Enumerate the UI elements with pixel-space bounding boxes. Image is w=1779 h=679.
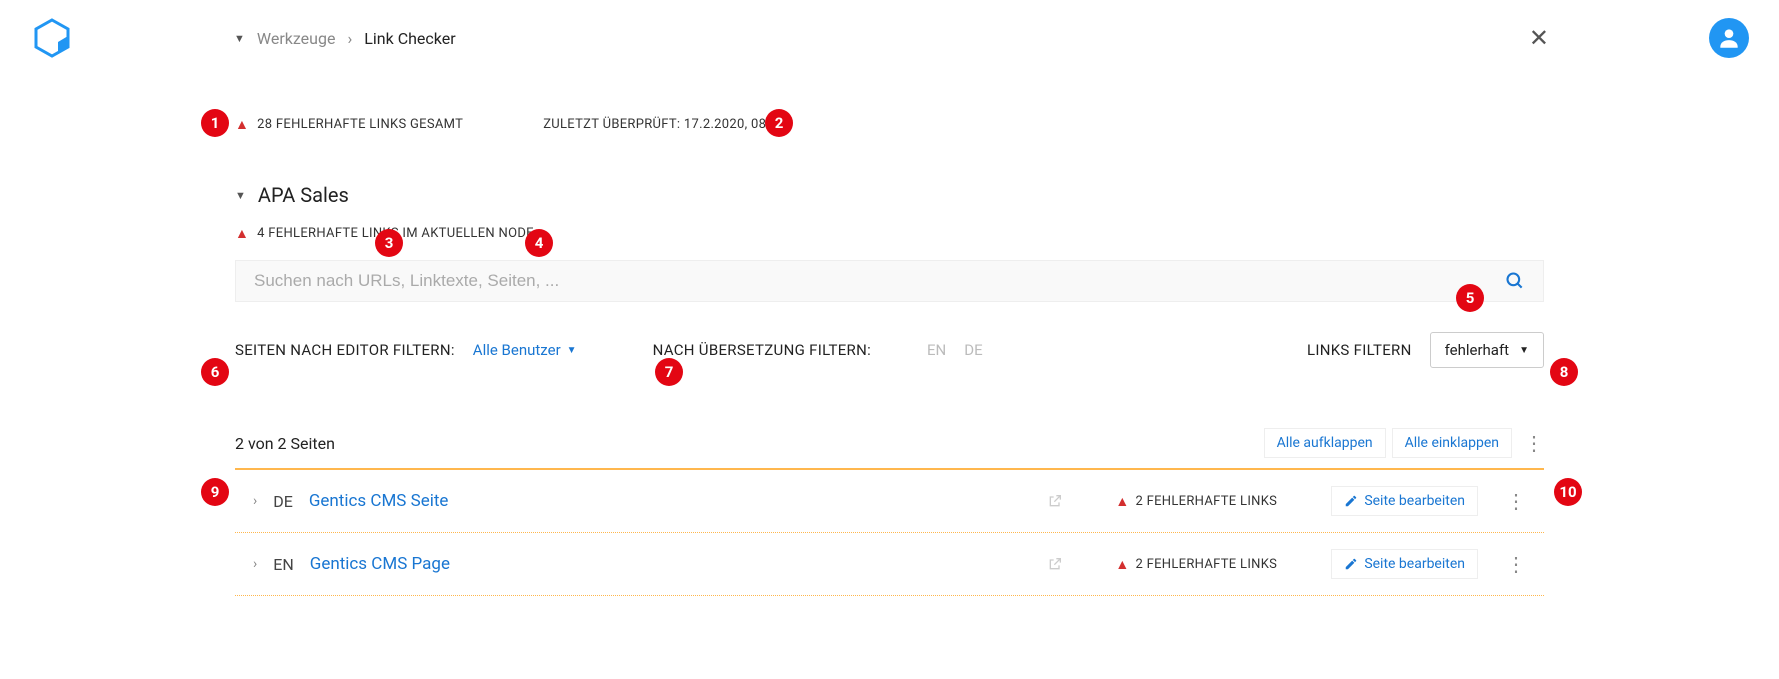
chevron-right-icon[interactable]: › — [253, 493, 257, 509]
chevron-right-icon[interactable]: › — [253, 556, 257, 572]
external-link-icon[interactable] — [1047, 556, 1063, 572]
total-broken-links-label: 28 FEHLERHAFTE LINKS GESAMT — [257, 117, 463, 132]
result-title-link[interactable]: Gentics CMS Page — [310, 554, 450, 574]
close-icon[interactable]: ✕ — [1529, 24, 1549, 52]
editor-filter-dropdown[interactable]: Alle Benutzer ▼ — [473, 341, 577, 359]
callout-badge: 3 — [375, 229, 403, 257]
search-icon[interactable] — [1505, 271, 1525, 291]
callout-badge: 9 — [201, 478, 229, 506]
breadcrumb: ▼ Werkzeuge › Link Checker — [234, 29, 1529, 48]
lang-filter-de[interactable]: DE — [964, 341, 982, 359]
external-link-icon[interactable] — [1047, 493, 1063, 509]
chevron-right-icon: › — [347, 29, 352, 48]
lang-filter-en[interactable]: EN — [927, 341, 946, 359]
callout-badge: 2 — [765, 109, 793, 137]
callout-badge: 6 — [201, 358, 229, 386]
result-row: › EN Gentics CMS Page ▲ 2 FEHLERHAFTE LI… — [235, 533, 1544, 595]
more-icon[interactable]: ⋮ — [1506, 489, 1526, 513]
caret-down-icon[interactable]: ▼ — [234, 32, 245, 45]
callout-badge: 5 — [1456, 284, 1484, 312]
more-icon[interactable]: ⋮ — [1506, 552, 1526, 576]
links-filter-dropdown[interactable]: fehlerhaft ▼ — [1430, 332, 1544, 368]
results-count: 2 von 2 Seiten — [235, 434, 1258, 453]
collapse-all-button[interactable]: Alle einklappen — [1392, 428, 1512, 458]
result-title-link[interactable]: Gentics CMS Seite — [309, 491, 449, 511]
pencil-icon — [1344, 494, 1358, 508]
result-lang: DE — [273, 492, 293, 511]
translation-filter-label: NACH ÜBERSETZUNG FILTERN: — [653, 341, 871, 359]
callout-badge: 8 — [1550, 358, 1578, 386]
editor-filter-label: SEITEN NACH EDITOR FILTERN: — [235, 341, 455, 359]
result-row: › DE Gentics CMS Seite ▲ 2 FEHLERHAFTE L… — [235, 470, 1544, 532]
warning-icon: ▲ — [235, 225, 249, 242]
expand-all-button[interactable]: Alle aufklappen — [1264, 428, 1386, 458]
edit-page-button[interactable]: Seite bearbeiten — [1331, 486, 1478, 516]
callout-badge: 1 — [201, 109, 229, 137]
search-input[interactable] — [254, 271, 1505, 291]
caret-down-icon[interactable]: ▼ — [235, 189, 246, 202]
search-box[interactable] — [235, 260, 1544, 302]
callout-badge: 7 — [655, 358, 683, 386]
warning-icon: ▲ — [1115, 556, 1129, 573]
app-logo[interactable] — [30, 16, 74, 60]
avatar[interactable] — [1709, 18, 1749, 58]
caret-down-icon: ▼ — [1519, 345, 1529, 356]
node-name: APA Sales — [258, 183, 349, 207]
breadcrumb-current: Link Checker — [364, 29, 455, 48]
caret-down-icon: ▼ — [567, 345, 577, 356]
warning-icon: ▲ — [235, 116, 249, 133]
result-lang: EN — [273, 555, 294, 574]
links-filter-label: LINKS FILTERN — [1307, 341, 1412, 359]
node-header[interactable]: ▼ APA Sales — [235, 183, 1544, 207]
edit-page-button[interactable]: Seite bearbeiten — [1331, 549, 1478, 579]
more-icon[interactable]: ⋮ — [1524, 431, 1544, 455]
last-checked-label: ZULETZT ÜBERPRÜFT: 17.2.2020, 08:08 — [543, 117, 785, 132]
pencil-icon — [1344, 557, 1358, 571]
callout-badge: 4 — [525, 229, 553, 257]
warning-icon: ▲ — [1115, 493, 1129, 510]
breadcrumb-parent[interactable]: Werkzeuge — [257, 29, 336, 48]
callout-badge: 10 — [1554, 478, 1582, 506]
result-warn-label: 2 FEHLERHAFTE LINKS — [1135, 494, 1277, 509]
result-warn-label: 2 FEHLERHAFTE LINKS — [1135, 557, 1277, 572]
